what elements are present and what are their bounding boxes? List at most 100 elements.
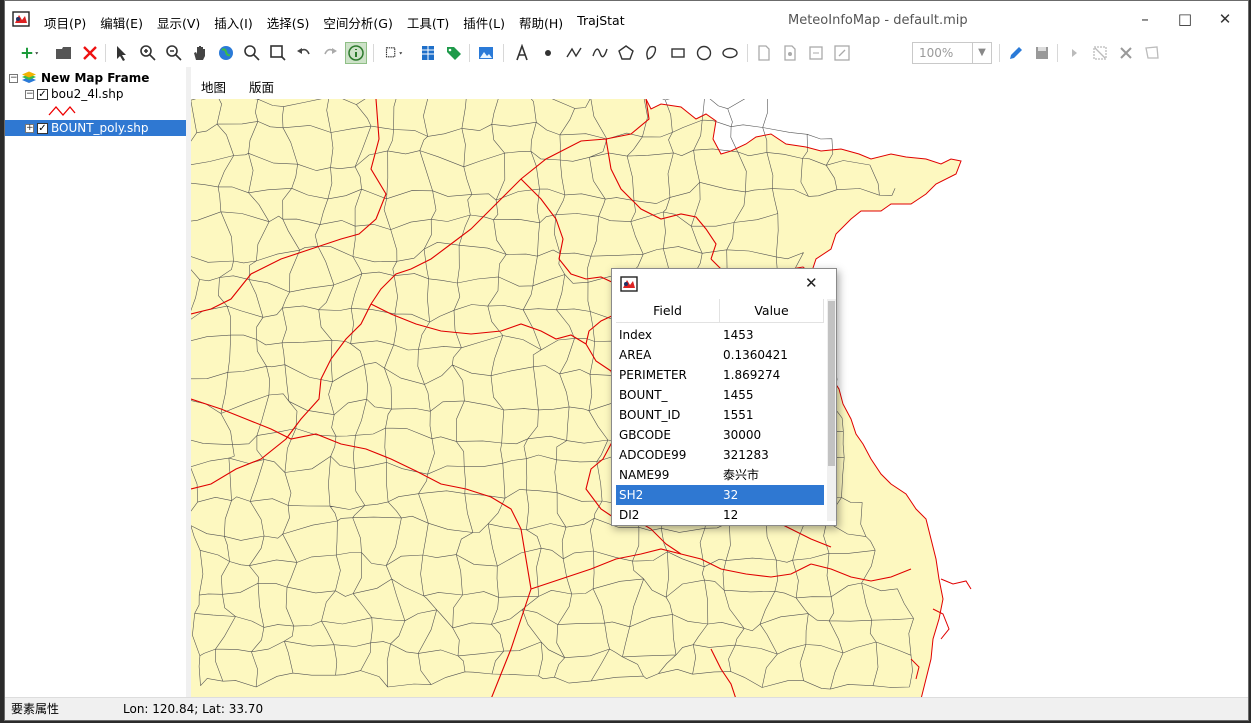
table-row[interactable]: AREA 0.1360421 <box>616 345 824 365</box>
text-tool-button[interactable] <box>511 42 533 64</box>
fit-page-button[interactable] <box>805 42 827 64</box>
split-feature-button[interactable] <box>1089 42 1111 64</box>
chevron-down-icon[interactable]: ▼ <box>972 43 991 63</box>
freehand-icon <box>646 45 657 60</box>
column-header-value[interactable]: Value <box>720 299 824 323</box>
table-row[interactable]: BOUNT_ID 1551 <box>616 405 824 425</box>
field-cell: PERIMETER <box>619 368 687 382</box>
full-extent-button[interactable] <box>215 42 237 64</box>
maximize-button[interactable]: □ <box>1175 9 1195 29</box>
zoom-layout-button[interactable] <box>831 42 853 64</box>
scrollbar-thumb[interactable] <box>828 301 835 466</box>
zoom-tool-button[interactable] <box>241 42 263 64</box>
curve-tool-button[interactable] <box>589 42 611 64</box>
remove-layer-button[interactable] <box>79 42 101 64</box>
menu-trajstat[interactable]: TrajStat <box>570 13 631 32</box>
attribute-table-button[interactable] <box>417 42 439 64</box>
gray-x-icon <box>1120 47 1132 59</box>
undo-button[interactable] <box>293 42 315 64</box>
select-rect-icon <box>385 47 403 58</box>
rectangle-tool-button[interactable] <box>667 42 689 64</box>
menu-spatial-analysis[interactable]: 空间分析(G) <box>316 13 399 32</box>
edit-feature-button[interactable] <box>1005 42 1027 64</box>
layer-visibility-checkbox[interactable]: ✓ <box>37 88 48 100</box>
app-logo-icon <box>12 11 30 27</box>
select-tool-button[interactable] <box>111 42 133 64</box>
redo-button[interactable] <box>319 42 341 64</box>
delete-feature-button[interactable] <box>1115 42 1137 64</box>
table-row[interactable]: SH2 32 <box>616 485 824 505</box>
image-icon <box>479 47 493 59</box>
table-row[interactable]: DI2 12 <box>616 505 824 521</box>
field-cell: GBCODE <box>619 428 671 442</box>
circle-tool-button[interactable] <box>693 42 715 64</box>
menu-help[interactable]: 帮助(H) <box>512 13 570 32</box>
page-setup-button[interactable] <box>779 42 801 64</box>
column-header-field[interactable]: Field <box>616 299 720 323</box>
collapse-icon[interactable]: − <box>9 73 18 83</box>
table-row[interactable]: Index 1453 <box>616 325 824 345</box>
layer-visibility-checkbox[interactable]: ✓ <box>37 122 48 134</box>
field-cell: BOUNT_ID <box>619 408 681 422</box>
minimize-button[interactable]: – <box>1135 9 1155 29</box>
zoom-level-combo[interactable]: 100% ▼ <box>912 42 992 64</box>
freehand-polygon-button[interactable] <box>641 42 663 64</box>
menu-tools[interactable]: 工具(T) <box>400 13 456 32</box>
pan-button[interactable] <box>189 42 211 64</box>
ellipse-tool-button[interactable] <box>719 42 741 64</box>
field-cell: AREA <box>619 348 652 362</box>
globe-icon <box>219 46 233 60</box>
expand-icon[interactable]: + <box>25 123 34 133</box>
close-window-button[interactable]: ✕ <box>1215 9 1235 29</box>
value-cell: 泰兴市 <box>723 468 760 482</box>
menu-plugins[interactable]: 插件(L) <box>456 13 512 32</box>
point-tool-button[interactable] <box>537 42 559 64</box>
ellipse-icon <box>722 47 738 59</box>
polygon-icon <box>618 45 634 60</box>
table-row[interactable]: BOUNT_ 1455 <box>616 385 824 405</box>
menu-view[interactable]: 显示(V) <box>150 13 207 32</box>
info-icon <box>348 45 364 61</box>
insert-image-button[interactable] <box>475 42 497 64</box>
tab-layout[interactable]: 版面 <box>249 77 274 96</box>
play-button[interactable] <box>1063 42 1085 64</box>
polyline-tool-button[interactable] <box>563 42 585 64</box>
layer-row-bount-poly[interactable]: + ✓ BOUNT_poly.shp <box>5 120 186 136</box>
table-row[interactable]: PERIMETER 1.869274 <box>616 365 824 385</box>
menu-project[interactable]: 项目(P) <box>37 13 93 32</box>
zoom-level-value: 100% <box>919 46 954 60</box>
table-row[interactable]: ADCODE99 321283 <box>616 445 824 465</box>
tag-icon <box>447 47 461 60</box>
label-button[interactable] <box>443 42 465 64</box>
field-cell: BOUNT_ <box>619 388 668 402</box>
dialog-close-button[interactable]: ✕ <box>805 274 818 292</box>
map-frame-node[interactable]: − New Map Frame <box>9 70 149 86</box>
status-coordinates: Lon: 120.84; Lat: 33.70 <box>123 702 264 716</box>
table-row[interactable]: NAME99 泰兴市 <box>616 465 824 485</box>
plus-icon <box>21 47 39 59</box>
menu-select[interactable]: 选择(S) <box>260 13 317 32</box>
circle-icon <box>696 45 712 61</box>
menu-insert[interactable]: 插入(I) <box>207 13 259 32</box>
dialog-titlebar[interactable]: ✕ <box>612 269 836 299</box>
layout-zoom-icon <box>834 45 850 61</box>
zoom-to-rect-button[interactable] <box>267 42 289 64</box>
value-cell: 1453 <box>723 328 754 342</box>
table-row[interactable]: GBCODE 30000 <box>616 425 824 445</box>
zoom-in-button[interactable] <box>137 42 159 64</box>
status-bar: 要素属性 Lon: 120.84; Lat: 33.70 <box>5 697 1248 720</box>
add-layer-button[interactable] <box>15 42 45 64</box>
save-edits-button[interactable] <box>1031 42 1053 64</box>
redo-icon <box>324 48 337 55</box>
menu-edit[interactable]: 编辑(E) <box>93 13 150 32</box>
layer-row-bou2[interactable]: − ✓ bou2_4l.shp <box>25 86 123 102</box>
select-features-button[interactable] <box>379 42 409 64</box>
open-folder-button[interactable] <box>53 42 75 64</box>
collapse-icon[interactable]: − <box>25 89 34 99</box>
identify-button[interactable] <box>345 42 367 64</box>
dialog-scrollbar[interactable] <box>827 299 836 521</box>
polygon-tool-button[interactable] <box>615 42 637 64</box>
zoom-out-button[interactable] <box>163 42 185 64</box>
reshape-feature-button[interactable] <box>1141 42 1163 64</box>
new-layout-button[interactable] <box>753 42 775 64</box>
